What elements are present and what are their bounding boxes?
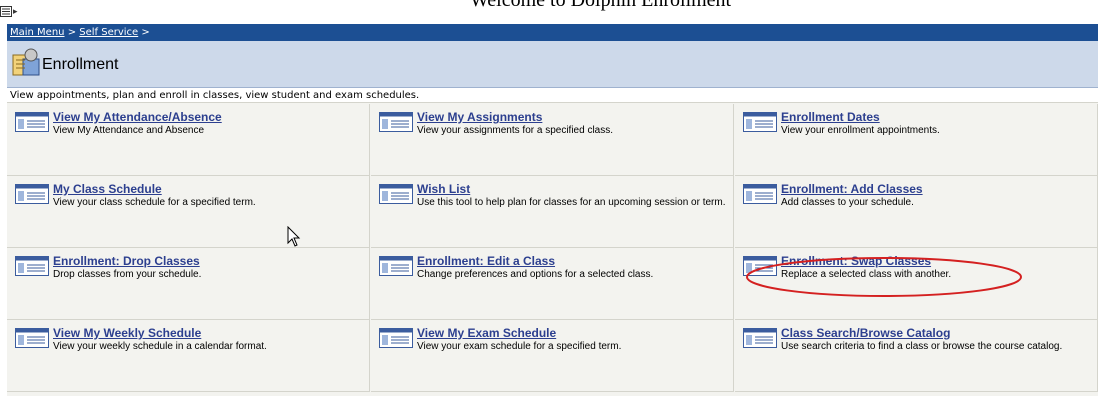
- tile-description: Use this tool to help plan for classes f…: [417, 197, 726, 208]
- tile-view-my-attendance[interactable]: View My Attendance/Absence View My Atten…: [7, 104, 370, 176]
- tile-description: View your weekly schedule in a calendar …: [53, 341, 267, 352]
- window-icon: [379, 112, 413, 132]
- tile-description: Replace a selected class with another.: [781, 269, 952, 280]
- tile-view-my-assignments[interactable]: View My Assignments View your assignment…: [371, 104, 734, 176]
- tile-title[interactable]: Class Search/Browse Catalog: [781, 326, 950, 340]
- page-description: View appointments, plan and enroll in cl…: [7, 88, 1098, 103]
- tile-title[interactable]: My Class Schedule: [53, 182, 162, 196]
- tile-description: View My Attendance and Absence: [53, 125, 205, 136]
- breadcrumb-separator: >: [64, 27, 80, 38]
- tile-description: Change preferences and options for a sel…: [417, 269, 654, 280]
- tile-enrollment-swap-classes[interactable]: Enrollment: Swap Classes Replace a selec…: [735, 248, 1098, 320]
- window-icon: [743, 112, 777, 132]
- document-title: Welcome to Dolphin Enrollment: [470, 0, 732, 11]
- breadcrumb-separator: >: [138, 27, 150, 38]
- tile-my-class-schedule[interactable]: My Class Schedule View your class schedu…: [7, 176, 370, 248]
- tile-description: View your exam schedule for a specified …: [417, 341, 622, 352]
- tile-enrollment-drop-classes[interactable]: Enrollment: Drop Classes Drop classes fr…: [7, 248, 370, 320]
- window-icon: [15, 184, 49, 204]
- tile-enrollment-edit-a-class[interactable]: Enrollment: Edit a Class Change preferen…: [371, 248, 734, 320]
- window-icon: [743, 328, 777, 348]
- tile-description: Use search criteria to find a class or b…: [781, 341, 1063, 352]
- tile-title[interactable]: View My Attendance/Absence: [53, 110, 222, 124]
- tile-description: Drop classes from your schedule.: [53, 269, 202, 280]
- breadcrumb: Main Menu > Self Service >: [7, 24, 1098, 41]
- window-icon: [15, 328, 49, 348]
- page-title: Enrollment: [42, 56, 119, 73]
- tile-description: View your class schedule for a specified…: [53, 197, 256, 208]
- tile-description: View your enrollment appointments.: [781, 125, 940, 136]
- window-icon: [379, 256, 413, 276]
- page-header: Enrollment: [7, 41, 1098, 88]
- tile-title[interactable]: Enrollment Dates: [781, 110, 880, 124]
- menu-icon[interactable]: [0, 6, 12, 17]
- tile-title[interactable]: Enrollment: Drop Classes: [53, 254, 200, 268]
- tile-enrollment-dates[interactable]: Enrollment Dates View your enrollment ap…: [735, 104, 1098, 176]
- top-bar: ▸ Welcome to Dolphin Enrollment: [0, 0, 1098, 24]
- enrollment-icon: [12, 48, 40, 76]
- window-icon: [379, 184, 413, 204]
- tile-description: View your assignments for a specified cl…: [417, 125, 614, 136]
- breadcrumb-main-menu[interactable]: Main Menu: [10, 27, 65, 38]
- window-icon: [15, 112, 49, 132]
- tile-view-my-exam-schedule[interactable]: View My Exam Schedule View your exam sch…: [371, 320, 734, 392]
- tile-description: Add classes to your schedule.: [781, 197, 914, 208]
- window-icon: [743, 256, 777, 276]
- breadcrumb-self-service[interactable]: Self Service: [79, 27, 138, 38]
- mouse-cursor-icon: [287, 226, 301, 247]
- enrollment-page: Main Menu > Self Service > Enrollment Vi…: [7, 24, 1098, 396]
- tile-enrollment-add-classes[interactable]: Enrollment: Add Classes Add classes to y…: [735, 176, 1098, 248]
- tile-view-my-weekly-schedule[interactable]: View My Weekly Schedule View your weekly…: [7, 320, 370, 392]
- tile-class-search-browse-catalog[interactable]: Class Search/Browse Catalog Use search c…: [735, 320, 1098, 392]
- tile-title[interactable]: Enrollment: Edit a Class: [417, 254, 555, 268]
- tile-title[interactable]: Enrollment: Add Classes: [781, 182, 923, 196]
- tile-title[interactable]: Wish List: [417, 182, 470, 196]
- tile-title[interactable]: View My Exam Schedule: [417, 326, 556, 340]
- tile-title[interactable]: Enrollment: Swap Classes: [781, 254, 931, 268]
- window-icon: [15, 256, 49, 276]
- tile-title[interactable]: View My Assignments: [417, 110, 542, 124]
- tile-wish-list[interactable]: Wish List Use this tool to help plan for…: [371, 176, 734, 248]
- window-icon: [743, 184, 777, 204]
- expand-arrow-icon[interactable]: ▸: [13, 7, 18, 17]
- window-icon: [379, 328, 413, 348]
- tile-title[interactable]: View My Weekly Schedule: [53, 326, 201, 340]
